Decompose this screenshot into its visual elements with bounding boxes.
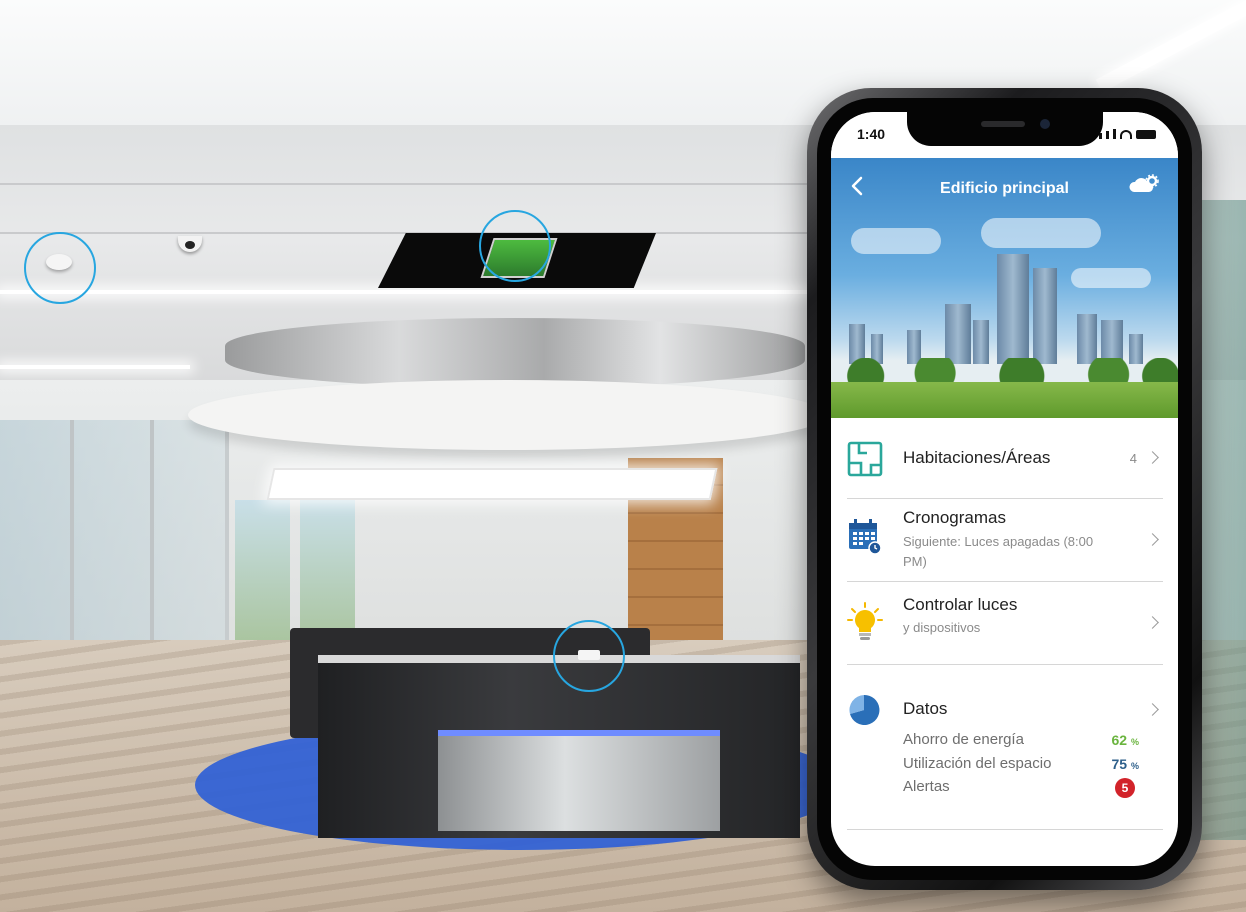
- ceiling-soffit-ring: [225, 318, 805, 388]
- energy-savings-label: Ahorro de energía: [903, 731, 1024, 748]
- page-title: Edificio principal: [940, 180, 1069, 197]
- front-camera-icon: [1040, 119, 1050, 129]
- light-bulb-icon: [847, 602, 883, 640]
- next-schedule-text: Siguiente: Luces apagadas (8:00 PM): [903, 534, 1094, 569]
- menu-item-data-label: Datos: [903, 699, 948, 718]
- chevron-right-icon: [1146, 533, 1159, 546]
- phone-screen: 1:40 Edificio principal Habitaciones/Áre…: [831, 112, 1178, 866]
- menu-item-rooms[interactable]: Habitaciones/Áreas 4: [847, 418, 1163, 499]
- exterior-window: [235, 500, 290, 650]
- chevron-right-icon: [1146, 451, 1159, 464]
- alerts-count-badge: 5: [1115, 778, 1135, 798]
- energy-savings-value: 62 %: [1111, 732, 1139, 748]
- ceiling-light-strip: [0, 365, 190, 369]
- cloud-settings-button[interactable]: [1128, 174, 1162, 198]
- ceiling-light-strip: [0, 290, 810, 294]
- wifi-icon: [1120, 130, 1132, 139]
- cloud: [981, 218, 1101, 248]
- rooms-count: 4: [1129, 451, 1137, 466]
- building-tower: [1077, 314, 1097, 364]
- building-tower: [945, 304, 971, 364]
- menu-item-schedules[interactable]: Cronogramas Siguiente: Luces apagadas (8…: [847, 499, 1163, 582]
- cloud-gear-icon: [1129, 174, 1159, 192]
- alerts-label: Alertas: [903, 778, 950, 795]
- reception-desk-steel-panel: [438, 730, 720, 831]
- space-utilization-label: Utilización del espacio: [903, 755, 1052, 772]
- signal-bar: [1106, 131, 1109, 139]
- speaker-grille: [981, 121, 1025, 127]
- pendant-light: [266, 468, 718, 500]
- chevron-right-icon: [1146, 616, 1159, 629]
- smartphone: 1:40 Edificio principal Habitaciones/Áre…: [807, 88, 1202, 890]
- space-utilization-value: 75 %: [1111, 756, 1139, 772]
- calendar-clock-icon: [849, 519, 882, 555]
- building-menu: Habitaciones/Áreas 4 Cronogramas Siguien…: [847, 418, 1163, 830]
- highlight-ring-controller: [479, 210, 551, 282]
- pie-chart-icon: [849, 694, 880, 725]
- menu-item-data[interactable]: Datos Ahorro de energía 62 % Utilización…: [847, 665, 1163, 830]
- building-tower: [1033, 268, 1057, 364]
- cloud: [1071, 268, 1151, 288]
- cloud: [851, 228, 941, 254]
- highlight-ring-ceiling-sensor: [24, 232, 96, 304]
- highlight-ring-desk-sensor: [553, 620, 625, 692]
- status-time: 1:40: [857, 126, 886, 142]
- signal-bar: [1113, 129, 1116, 139]
- glass-wall: [1196, 200, 1246, 840]
- ceiling-seam: [0, 183, 810, 185]
- ceiling-seam: [0, 232, 810, 234]
- building-hero: Edificio principal: [831, 158, 1178, 418]
- phone-notch: [907, 112, 1103, 146]
- menu-item-lights-label: Controlar luces: [903, 595, 1018, 614]
- lawn: [831, 382, 1178, 418]
- menu-item-rooms-label: Habitaciones/Áreas: [903, 448, 1051, 467]
- ceiling-soffit-disc: [188, 380, 828, 450]
- battery-icon: [1136, 130, 1156, 139]
- lights-subtitle: y dispositivos: [903, 620, 981, 635]
- building-tower: [997, 254, 1029, 364]
- menu-item-lights[interactable]: Controlar luces y dispositivos: [847, 582, 1163, 665]
- menu-item-schedules-label: Cronogramas: [903, 508, 1006, 527]
- chevron-right-icon: [1146, 703, 1159, 716]
- floor-plan-icon: [847, 441, 883, 477]
